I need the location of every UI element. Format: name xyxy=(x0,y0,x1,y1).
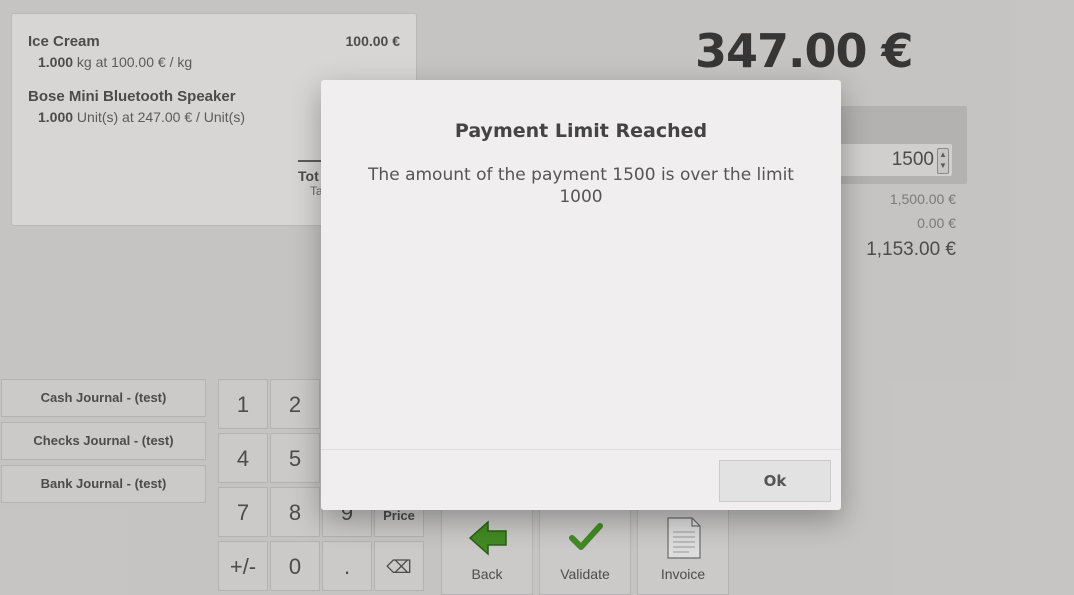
dialog-footer: Ok xyxy=(321,449,841,510)
dialog-title: Payment Limit Reached xyxy=(454,120,708,142)
ok-button[interactable]: Ok xyxy=(719,460,831,502)
payment-limit-dialog: Payment Limit Reached The amount of the … xyxy=(321,80,841,510)
dialog-message: The amount of the payment 1500 is over t… xyxy=(368,165,794,207)
